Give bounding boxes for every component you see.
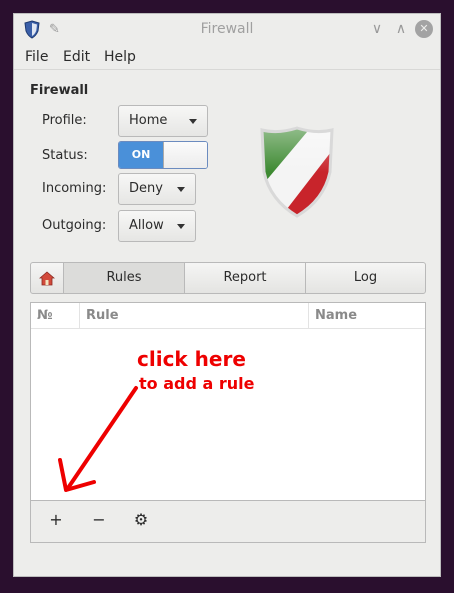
tab-home[interactable]	[31, 263, 64, 293]
firewall-window: ✎ Firewall ∨ ∧ ✕ File Edit Help Firewall…	[13, 13, 441, 577]
column-header-number[interactable]: №	[31, 303, 80, 329]
toggle-knob	[163, 142, 207, 168]
incoming-value: Deny	[129, 181, 163, 196]
add-rule-button[interactable]: +	[45, 509, 67, 531]
profile-dropdown[interactable]: Home	[118, 105, 208, 137]
status-label: Status:	[42, 148, 88, 163]
annotation-add-rule: to add a rule	[139, 374, 255, 393]
column-header-name[interactable]: Name	[309, 303, 425, 329]
title-bar[interactable]: ✎ Firewall ∨ ∧ ✕	[14, 14, 440, 45]
minimize-button[interactable]: ∨	[368, 20, 386, 38]
profile-value: Home	[129, 113, 168, 128]
remove-rule-button[interactable]: −	[88, 509, 110, 531]
profile-label: Profile:	[42, 113, 87, 128]
incoming-label: Incoming:	[42, 181, 107, 196]
view-tabs: Rules Report Log	[30, 262, 426, 294]
status-toggle[interactable]: ON	[118, 141, 208, 169]
menu-edit[interactable]: Edit	[63, 49, 90, 65]
maximize-button[interactable]: ∧	[392, 20, 410, 38]
menu-file[interactable]: File	[25, 49, 48, 65]
firewall-shield-logo	[260, 126, 334, 218]
menu-help[interactable]: Help	[104, 49, 136, 65]
outgoing-label: Outgoing:	[42, 218, 107, 233]
chevron-down-icon	[189, 119, 197, 124]
tab-log[interactable]: Log	[306, 263, 425, 293]
gear-icon[interactable]: ⚙	[130, 509, 152, 531]
incoming-dropdown[interactable]: Deny	[118, 173, 196, 205]
outgoing-dropdown[interactable]: Allow	[118, 210, 196, 242]
section-title: Firewall	[30, 83, 89, 98]
column-header-rule[interactable]: Rule	[80, 303, 309, 329]
chevron-down-icon	[177, 187, 185, 192]
annotation-arrow-icon	[58, 386, 138, 492]
outgoing-value: Allow	[129, 218, 164, 233]
menu-bar: File Edit Help	[14, 45, 440, 70]
tab-report[interactable]: Report	[185, 263, 306, 293]
chevron-down-icon	[177, 224, 185, 229]
close-button[interactable]: ✕	[415, 20, 433, 38]
rules-toolbar: + − ⚙	[30, 501, 426, 543]
status-on-label: ON	[119, 142, 163, 168]
tab-rules[interactable]: Rules	[64, 263, 185, 293]
annotation-click-here: click here	[137, 347, 246, 371]
home-icon	[38, 271, 56, 286]
